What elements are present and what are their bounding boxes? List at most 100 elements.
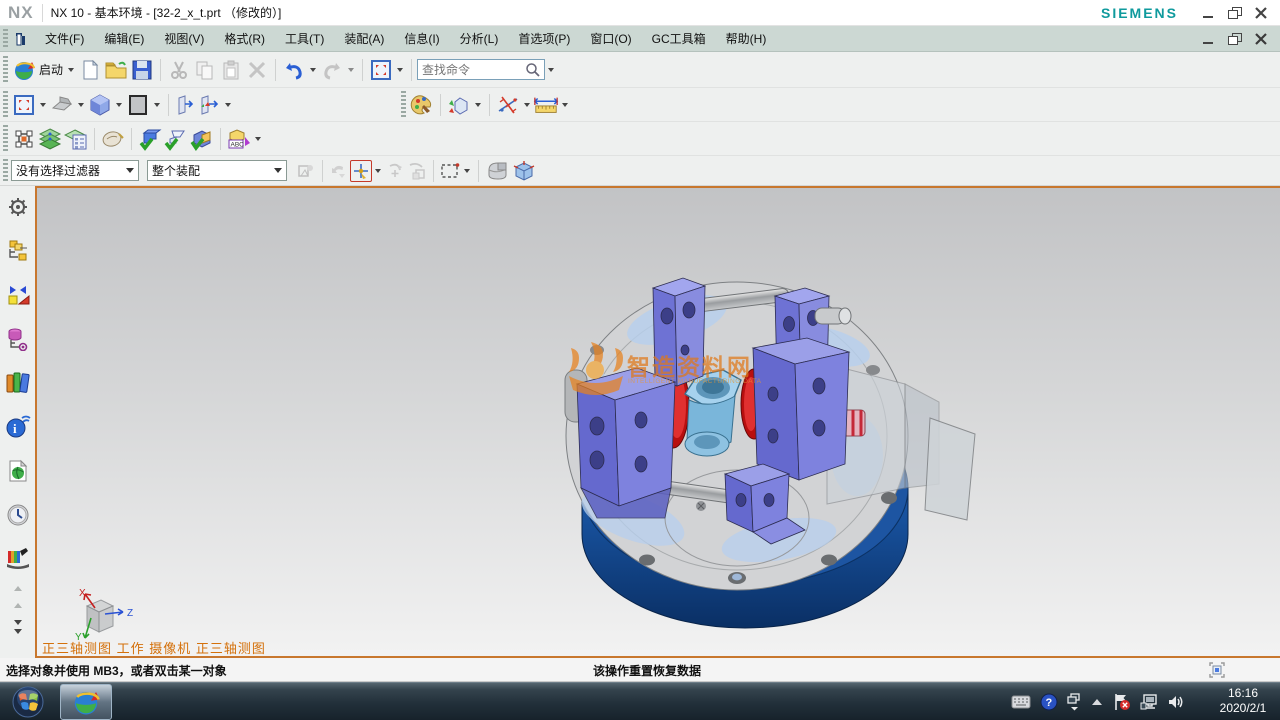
menu-gc-toolbox[interactable]: GC工具箱 [642, 26, 716, 51]
find-command-box[interactable] [417, 59, 545, 80]
undo-button[interactable] [281, 57, 307, 83]
menu-assembly[interactable]: 装配(A) [334, 26, 394, 51]
menu-analysis[interactable]: 分析(L) [450, 26, 509, 51]
component-select-disabled[interactable] [406, 160, 428, 182]
highlight-assembly-disabled[interactable] [295, 160, 317, 182]
redo-button-disabled[interactable] [319, 57, 345, 83]
new-file-button[interactable] [77, 57, 103, 83]
constraint-navigator-icon[interactable] [3, 280, 33, 310]
menu-file[interactable]: 文件(F) [35, 26, 94, 51]
selection-scope-combo[interactable]: 整个装配 [147, 160, 287, 181]
toolbar-grip[interactable] [3, 91, 8, 117]
show-hidden-icons-button[interactable] [1090, 697, 1104, 707]
layers-button[interactable] [37, 126, 63, 152]
resource-scroll-up2-icon[interactable] [14, 603, 22, 608]
distance-dropdown-arrow[interactable] [562, 103, 568, 107]
model-clamp-right[interactable] [753, 338, 849, 480]
datum-plane-button[interactable] [174, 94, 196, 116]
rotate-point-disabled[interactable] [384, 160, 406, 182]
move-component-button[interactable] [11, 126, 37, 152]
close-button[interactable] [1254, 7, 1268, 19]
search-icon[interactable] [525, 62, 540, 77]
keyboard-layout-icon[interactable] [1011, 695, 1031, 709]
resource-scroll-bottom-icon[interactable] [14, 629, 22, 634]
start-dropdown-arrow[interactable] [68, 68, 74, 72]
doc-restore-button[interactable] [1228, 33, 1242, 45]
wireframe-cube-button[interactable] [510, 158, 536, 184]
resource-scroll-down-icon[interactable] [14, 620, 22, 625]
3d-model-canvas[interactable] [37, 188, 1280, 658]
taskbar-nx-button[interactable] [60, 684, 112, 720]
edit-object-display-button[interactable]: ABC [226, 126, 252, 152]
save-button[interactable] [129, 57, 155, 83]
background-dropdown-arrow[interactable] [154, 103, 160, 107]
volume-icon[interactable] [1167, 694, 1185, 710]
snap-point-dropdown-arrow[interactable] [375, 169, 381, 173]
snap-point-toggle-active[interactable] [350, 160, 372, 182]
help-tray-icon[interactable]: ? [1040, 693, 1058, 711]
status-fit-window-icon[interactable] [1208, 661, 1226, 679]
shaded-display-button[interactable] [87, 92, 113, 118]
history-icon[interactable] [3, 500, 33, 530]
distance-ruler-button[interactable] [533, 92, 559, 118]
toolbar-grip[interactable] [3, 56, 8, 84]
toolbar-grip[interactable] [3, 159, 8, 182]
start-menu-label[interactable]: 启动 [39, 61, 63, 78]
start-button[interactable] [8, 685, 48, 719]
undo-dropdown-arrow[interactable] [310, 68, 316, 72]
model-top-right-pin[interactable] [815, 308, 851, 324]
doc-minimize-button[interactable] [1202, 33, 1216, 45]
network-icon[interactable] [1140, 694, 1158, 710]
toolbar-grip[interactable] [3, 125, 8, 151]
prev-selection-disabled[interactable] [328, 160, 350, 182]
datum-dropdown-arrow[interactable] [225, 103, 231, 107]
object-display-palette-icon[interactable] [409, 92, 435, 118]
touch-mode-dropdown-arrow[interactable] [397, 68, 403, 72]
menu-view[interactable]: 视图(V) [154, 26, 214, 51]
wave-geometry-button[interactable] [189, 126, 215, 152]
doc-close-button[interactable] [1254, 33, 1268, 45]
show-hide-dropdown-arrow[interactable] [475, 103, 481, 107]
menu-window[interactable]: 窗口(O) [580, 26, 641, 51]
resource-scroll-up-icon[interactable] [14, 586, 22, 591]
toolbar-grip[interactable] [401, 91, 406, 118]
menu-tools[interactable]: 工具(T) [275, 26, 334, 51]
fit-view-dropdown-arrow[interactable] [40, 103, 46, 107]
menu-format[interactable]: 格式(R) [214, 26, 275, 51]
selection-filter-combo[interactable]: 没有选择过滤器 [11, 160, 139, 181]
menu-help[interactable]: 帮助(H) [716, 26, 777, 51]
menu-information[interactable]: 信息(I) [394, 26, 449, 51]
rectangle-select-button[interactable] [439, 160, 461, 182]
paste-button-disabled[interactable] [218, 57, 244, 83]
orient-view-button[interactable] [49, 92, 75, 118]
measure-button[interactable] [495, 92, 521, 118]
process-studio-icon[interactable] [3, 544, 33, 574]
find-command-input[interactable] [422, 63, 525, 77]
touch-mode-button[interactable] [368, 57, 394, 83]
part-navigator-icon[interactable] [3, 324, 33, 354]
show-hide-button[interactable] [446, 92, 472, 118]
restore-windows-tray-icon[interactable] [1067, 693, 1081, 711]
delete-button-disabled[interactable] [244, 57, 270, 83]
model-clamp-left[interactable] [577, 368, 675, 518]
web-browser-icon[interactable] [3, 456, 33, 486]
rectangle-select-dropdown-arrow[interactable] [464, 169, 470, 173]
assembly-constraints-button[interactable] [137, 126, 163, 152]
shaded-display-dropdown-arrow[interactable] [116, 103, 122, 107]
shaded-object-button[interactable] [484, 158, 510, 184]
graphics-window[interactable]: 智造资料网 INTELLIGENT MANUFACTURING DATA X Z… [37, 186, 1280, 658]
layer-settings-button[interactable] [63, 126, 89, 152]
roles-gear-icon[interactable] [3, 192, 33, 222]
mirror-assembly-button[interactable] [163, 126, 189, 152]
redo-dropdown-arrow[interactable] [348, 68, 354, 72]
find-dropdown-arrow[interactable] [548, 68, 554, 72]
hd3d-tools-icon[interactable]: i [3, 412, 33, 442]
assembly-navigator-icon[interactable] [3, 236, 33, 266]
open-file-button[interactable] [103, 57, 129, 83]
restore-button[interactable] [1228, 7, 1242, 19]
measure-dropdown-arrow[interactable] [524, 103, 530, 107]
reuse-library-icon[interactable] [3, 368, 33, 398]
orient-view-dropdown-arrow[interactable] [78, 103, 84, 107]
menu-edit[interactable]: 编辑(E) [94, 26, 154, 51]
edit-display-dropdown-arrow[interactable] [255, 137, 261, 141]
